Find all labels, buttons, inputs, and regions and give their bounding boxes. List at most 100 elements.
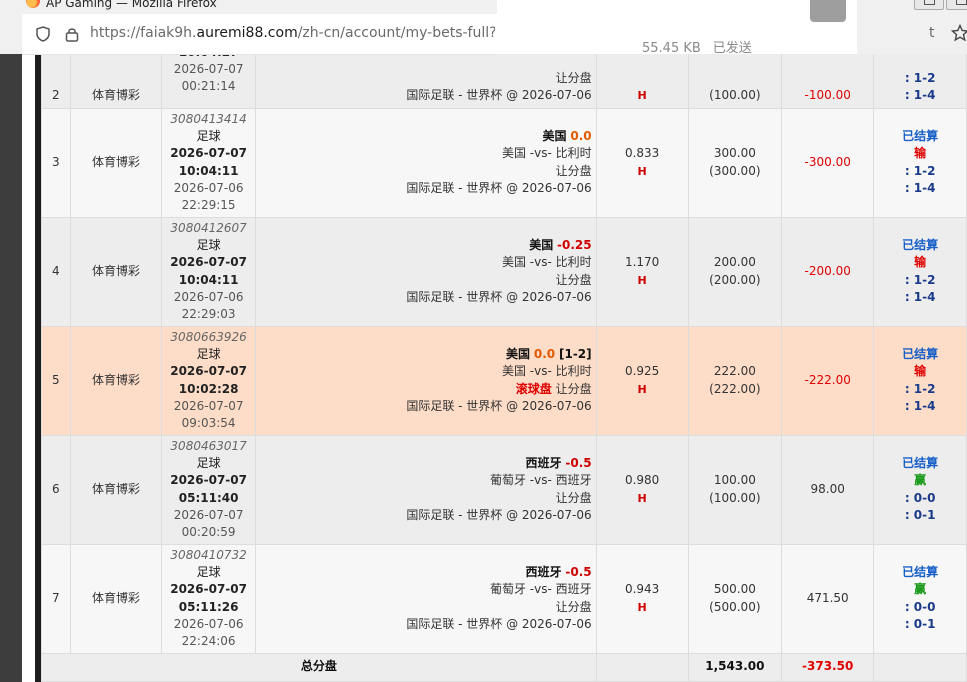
handicap-value: 0.0 — [533, 347, 556, 362]
odds-type: H — [637, 273, 647, 287]
halftime-score: : 0-0 — [904, 490, 936, 505]
download-item-button[interactable] — [810, 0, 846, 22]
bet-type: 体育博彩 — [69, 543, 163, 654]
placed-time: 00:20:59 — [181, 524, 236, 539]
placed-date: 2026-07-06 — [173, 180, 244, 195]
league-name: 国际足联 - 世界杯 @ 2026-07-06 — [406, 398, 592, 413]
minimize-icon — [924, 0, 935, 5]
bet-row: 4 体育博彩 3080412607 足球 2026-07-07 10:04:11… — [41, 216, 967, 327]
result-label: 输 — [914, 146, 927, 161]
odds-value: 0.833 — [624, 146, 660, 161]
bet-sport: 足球 — [196, 129, 221, 144]
result-label: 赢 — [914, 582, 927, 597]
bookmark-star-icon[interactable] — [951, 24, 967, 42]
kickoff-date: 2026-07-07 — [170, 473, 247, 488]
maximize-icon — [956, 0, 967, 5]
stake-cell: 222.00 (222.00) — [687, 325, 783, 436]
bet-info-cell: 3080412607 足球 2026-07-07 10:04:11 2026-0… — [161, 216, 256, 327]
bet-sport: 足球 — [196, 565, 221, 580]
stake-cell: 100.00 (100.00) — [687, 434, 783, 545]
stake-actual: (300.00) — [709, 163, 761, 178]
status-label: 已结算 — [902, 129, 939, 144]
halftime-score: : 1-2 — [904, 71, 936, 86]
lock-icon[interactable] — [65, 26, 79, 42]
winloss-cell: -200.00 — [781, 216, 875, 327]
placed-time: 22:29:15 — [181, 197, 236, 212]
status-label: 已结算 — [902, 565, 939, 580]
odds-cell: 0.943 H — [595, 543, 689, 654]
address-bar[interactable]: https://faiak9h.auremi88.com/zh-cn/accou… — [22, 14, 497, 55]
bets-table: 2 体育博彩 10:04:27 2026-07-07 00:21:14 让分盘 … — [41, 0, 967, 682]
totals-stake: 1,543.00 — [687, 652, 783, 682]
fulltime-score: : 0-1 — [904, 616, 936, 631]
os-desktop-edge — [0, 54, 22, 682]
live-score: [1-2] — [558, 347, 592, 362]
selection-line: 美国 0.0 — [256, 128, 592, 145]
stake-cell: 500.00 (500.00) — [687, 543, 783, 654]
handicap-value: -0.5 — [565, 565, 592, 580]
market-line: 让分盘 — [256, 163, 592, 180]
market-line: 让分盘 — [256, 70, 592, 87]
league-name: 国际足联 - 世界杯 @ 2026-07-06 — [406, 289, 592, 304]
stake-value: 300.00 — [713, 146, 756, 161]
bet-number: 6 — [41, 434, 71, 545]
url-text[interactable]: https://faiak9h.auremi88.com/zh-cn/accou… — [90, 25, 495, 41]
kickoff-time: 05:11:26 — [178, 599, 239, 614]
placed-date: 2026-07-06 — [173, 289, 244, 304]
maximize-button[interactable] — [946, 0, 967, 10]
bet-row: 7 体育博彩 3080410732 足球 2026-07-07 05:11:26… — [41, 543, 967, 654]
kickoff-date: 2026-07-07 — [170, 255, 247, 270]
odds-value: 0.980 — [624, 473, 660, 488]
bet-detail-cell: 美国 0.0 [1-2] 美国 -vs- 比利时 滚球盘 让分盘 国际足联 - … — [254, 325, 597, 436]
fulltime-score: : 1-4 — [904, 289, 936, 304]
totals-label: 总分盘 — [41, 652, 597, 682]
table-frame-edge — [35, 54, 41, 682]
bet-info-cell: 3080413414 足球 2026-07-07 10:04:11 2026-0… — [161, 107, 256, 218]
status-cell: 已结算 输 : 1-2 : 1-4 — [873, 107, 967, 218]
download-size: 55.45 KB — [642, 41, 701, 56]
fulltime-score: : 1-4 — [904, 398, 936, 413]
stake-actual: (222.00) — [709, 381, 761, 396]
totals-winloss: -373.50 — [781, 652, 875, 682]
market-type: 让分盘 — [555, 163, 592, 178]
selection-team: 美国 — [529, 238, 554, 253]
winloss-cell: 98.00 — [781, 434, 875, 545]
halftime-score: : 1-2 — [904, 381, 936, 396]
kickoff-date: 2026-07-07 — [170, 146, 247, 161]
bet-info-cell: 3080663926 足球 2026-07-07 10:02:28 2026-0… — [161, 325, 256, 436]
fulltime-score: : 0-1 — [904, 507, 936, 522]
placed-time: 22:24:06 — [181, 633, 236, 648]
kickoff-time: 05:11:40 — [178, 490, 239, 505]
totals-status-cell — [873, 652, 967, 682]
bet-number: 3 — [41, 107, 71, 218]
winloss-value: -200.00 — [804, 263, 851, 278]
totals-odds-cell — [595, 652, 689, 682]
bet-id: 3080463017 — [170, 439, 247, 454]
stake-cell: 300.00 (300.00) — [687, 107, 783, 218]
match-name: 美国 -vs- 比利时 — [501, 364, 592, 379]
odds-type: H — [637, 600, 647, 614]
kickoff-time: 10:04:11 — [178, 163, 239, 178]
bet-id: 3080413414 — [170, 112, 247, 127]
odds-type: H — [637, 164, 647, 178]
minimize-button[interactable] — [914, 0, 944, 10]
bet-type: 体育博彩 — [69, 325, 163, 436]
odds-cell: 0.925 H — [595, 325, 689, 436]
market-line: 滚球盘 让分盘 — [256, 381, 592, 398]
url-tail: t — [929, 25, 935, 41]
stake-actual: (100.00) — [709, 88, 761, 103]
league-name: 国际足联 - 世界杯 @ 2026-07-06 — [406, 507, 592, 522]
bet-id: 3080663926 — [170, 330, 247, 345]
market-type: 让分盘 — [555, 71, 592, 86]
status-cell: 已结算 赢 : 0-0 : 0-1 — [873, 543, 967, 654]
tracking-shield-icon[interactable] — [36, 26, 50, 42]
winloss-cell: -222.00 — [781, 325, 875, 436]
bet-type: 体育博彩 — [69, 107, 163, 218]
bet-row: 3 体育博彩 3080413414 足球 2026-07-07 10:04:11… — [41, 107, 967, 218]
odds-type: H — [637, 89, 647, 103]
odds-type: H — [637, 491, 647, 505]
placed-date: 2026-07-07 — [173, 62, 244, 77]
page-margin — [22, 54, 35, 682]
halftime-score: : 0-0 — [904, 599, 936, 614]
bet-id: 3080410732 — [170, 548, 247, 563]
